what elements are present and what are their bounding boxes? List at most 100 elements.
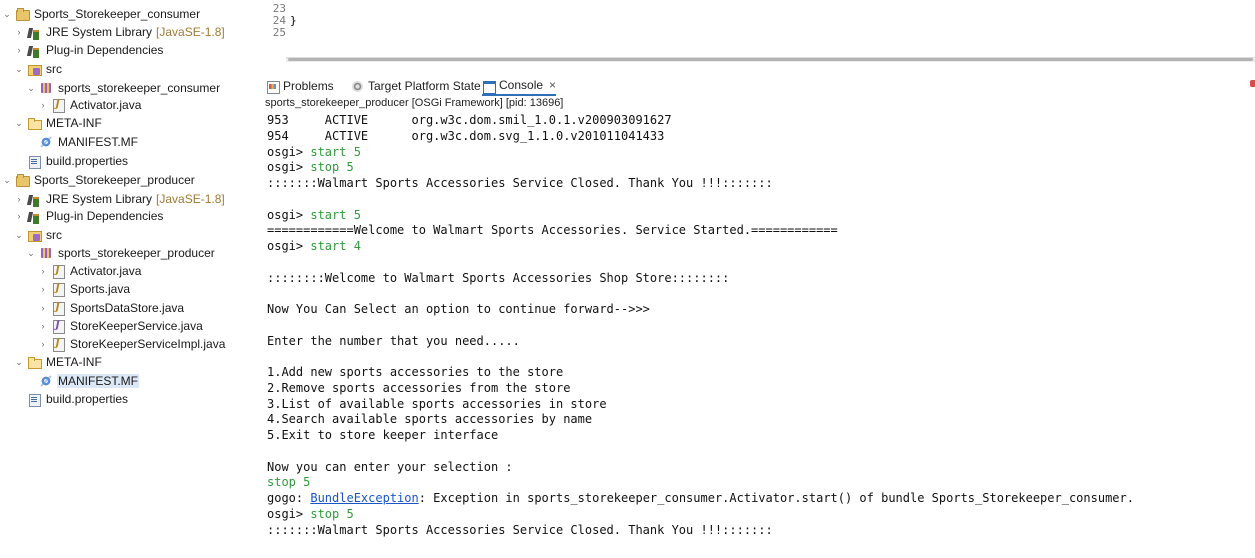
close-icon[interactable]: × [549,78,556,92]
tree-item[interactable]: › StoreKeeperServiceImpl.java [0,335,246,353]
tree-item[interactable]: › SportsDataStore.java [0,299,246,317]
view-tab-bar: Problems Target Platform State Console × [262,73,1255,97]
console-input-text: start 4 [310,239,361,253]
collapse-chevron-icon[interactable]: › [38,284,48,294]
tree-item[interactable]: MANIFEST.MF [0,133,246,151]
console-line: :::::::Walmart Sports Accessories Servic… [267,523,773,538]
package-icon [39,81,53,95]
console-line: 5.Exit to store keeper interface [267,428,498,443]
collapse-chevron-icon[interactable]: › [38,321,48,331]
console-input-text: start 5 [310,208,361,222]
source-folder-icon [27,62,42,76]
console-output-text: 1.Add new sports accessories to the stor… [267,365,564,379]
scrollbar-thumb[interactable] [288,58,1253,61]
collapse-chevron-icon[interactable]: › [38,100,48,110]
line-number: 23 [272,2,286,15]
properties-file-icon [27,154,41,169]
console-output-text: ::::::::Welcome to Walmart Sports Access… [267,271,730,285]
console-line: 2.Remove sports accessories from the sto… [267,381,570,396]
tab-console[interactable]: Console × [482,76,557,96]
console-line: 953 ACTIVE org.w3c.dom.smil_1.0.1.v20090… [267,113,672,128]
tree-item[interactable]: › Activator.java [0,262,246,280]
tree-item[interactable]: › Activator.java [0,96,246,114]
tree-item[interactable]: ⌄ META-INF [0,353,246,371]
console-output-text: Now you can enter your selection : [267,460,513,474]
tree-item-label: Activator.java [70,264,142,278]
tree-item-label: sports_storekeeper_producer [58,246,215,260]
console-line: Now you can enter your selection : [267,460,513,475]
source-folder-icon [27,228,42,242]
tree-item[interactable]: ⌄ src [0,226,246,244]
expand-chevron-icon[interactable]: ⌄ [14,118,24,129]
tree-item[interactable]: ⌄ META-INF [0,114,246,132]
tree-item[interactable]: ⌄ src [0,60,246,78]
collapse-chevron-icon[interactable]: › [14,194,24,204]
tree-item[interactable]: build.properties [0,152,246,170]
console-line: osgi> start 5 [267,208,361,223]
tree-item-label: StoreKeeperService.java [70,319,203,333]
line-number: 24 [272,14,286,27]
expand-chevron-icon[interactable]: ⌄ [14,64,24,75]
tree-item[interactable]: ⌄ Sports_Storekeeper_producer [0,171,246,189]
collapse-chevron-icon[interactable]: › [38,303,48,313]
console-output-text: 3.List of available sports accessories i… [267,397,607,411]
collapse-chevron-icon[interactable]: › [14,211,24,221]
manifest-icon [39,374,53,388]
tab-target-platform[interactable]: Target Platform State [351,76,481,96]
editor-horizontal-scrollbar[interactable] [286,57,1255,62]
console-output[interactable]: 953 ACTIVE org.w3c.dom.smil_1.0.1.v20090… [267,113,1255,558]
tree-item[interactable]: ⌄ Sports_Storekeeper_consumer [0,5,246,23]
console-output-text: osgi> [267,239,311,253]
expand-chevron-icon[interactable]: ⌄ [2,175,12,186]
library-icon [27,209,41,224]
tree-item[interactable]: › StoreKeeperService.java [0,317,246,335]
tree-item[interactable]: ⌄ sports_storekeeper_producer [0,244,246,262]
tab-problems[interactable]: Problems [266,76,334,96]
tree-item-label: build.properties [46,154,129,168]
tree-item[interactable]: MANIFEST.MF [0,372,246,390]
tree-item[interactable]: › JRE System Library [JavaSE-1.8] [0,23,246,41]
tree-item-label: sports_storekeeper_consumer [58,81,221,95]
collapse-chevron-icon[interactable]: › [14,45,24,55]
tree-item-label: Sports_Storekeeper_producer [34,173,195,187]
tree-item[interactable]: › Plug-in Dependencies [0,41,246,59]
terminate-icon[interactable] [1250,80,1255,87]
console-output-text: Now You Can Select an option to continue… [267,302,650,316]
expand-chevron-icon[interactable]: ⌄ [26,83,36,94]
tree-item-label: Plug-in Dependencies [46,209,164,223]
console-line: Now You Can Select an option to continue… [267,302,650,317]
console-output-text: osgi> [267,145,311,159]
collapse-chevron-icon[interactable]: › [38,266,48,276]
tree-item[interactable]: › Sports.java [0,280,246,298]
target-platform-icon [351,80,364,93]
tree-item[interactable]: › Plug-in Dependencies [0,207,246,225]
expand-chevron-icon[interactable]: ⌄ [2,9,12,20]
tab-label: Console [499,78,544,92]
manifest-icon [39,135,53,149]
collapse-chevron-icon[interactable]: › [14,27,24,37]
console-output-text: 2.Remove sports accessories from the sto… [267,381,571,395]
console-line: Enter the number that you need..... [267,334,520,349]
editor-line[interactable]: 24} [262,15,297,26]
tree-item-label: META-INF [46,116,102,130]
tree-item[interactable]: build.properties [0,390,246,408]
console-output-text: osgi> [267,208,311,222]
editor-line[interactable]: 25 [262,27,290,38]
console-line: stop 5 [267,475,310,490]
tree-item[interactable]: › JRE System Library [JavaSE-1.8] [0,190,246,208]
editor-line[interactable]: 23 [262,3,290,14]
collapse-chevron-icon[interactable]: › [38,339,48,349]
exception-link[interactable]: BundleException [310,491,418,505]
tree-item-label: JRE System Library [46,192,153,206]
expand-chevron-icon[interactable]: ⌄ [14,357,24,368]
java-file-icon [51,337,65,352]
tree-item-label: JRE System Library [46,25,153,39]
tree-item-decoration: [JavaSE-1.8] [156,192,225,206]
tab-label: Problems [283,79,334,93]
java-interface-icon [51,319,65,334]
expand-chevron-icon[interactable]: ⌄ [26,248,36,259]
code-editor[interactable]: 23 24} 25 [262,0,1255,52]
tree-item[interactable]: ⌄ sports_storekeeper_consumer [0,79,246,97]
expand-chevron-icon[interactable]: ⌄ [14,230,24,241]
console-line: osgi> start 4 [267,239,361,254]
